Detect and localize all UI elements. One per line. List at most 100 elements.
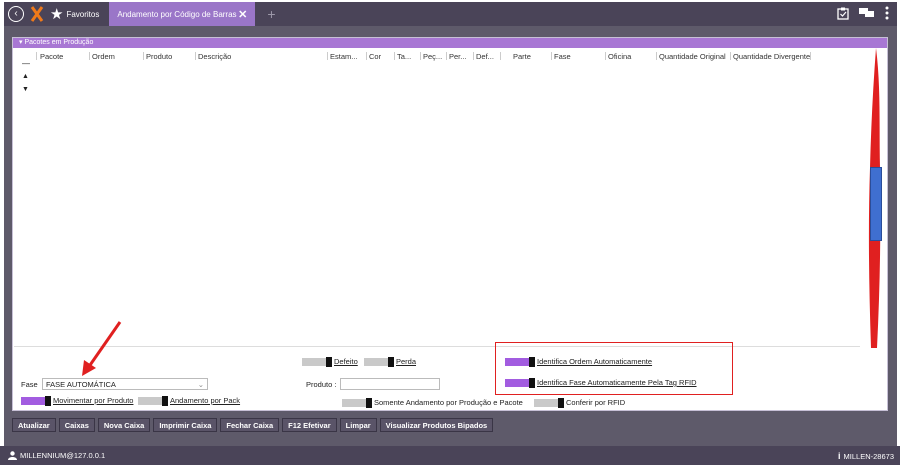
fase-select[interactable]: FASE AUTOMÁTICA ⌄: [42, 378, 208, 390]
col-quantidade-original[interactable]: Quantidade Original: [659, 52, 726, 61]
toggle-switch[interactable]: [21, 396, 51, 407]
chat-icon[interactable]: [859, 7, 875, 19]
tab-andamento[interactable]: Andamento por Código de Barras ✕: [109, 2, 256, 26]
somente-andamento-toggle[interactable]: Somente Andamento por Produção e Pacote: [342, 398, 523, 409]
col-divider: [36, 52, 37, 60]
status-user-label: MILLENNIUM@127.0.0.1: [20, 451, 106, 460]
perda-toggle[interactable]: Perda: [364, 357, 417, 368]
info-icon[interactable]: i: [838, 451, 841, 461]
sort-up-icon[interactable]: ▲: [22, 73, 29, 80]
chevron-down-icon[interactable]: ⌄: [198, 379, 204, 390]
status-version-label: MILLEN-28673: [843, 451, 894, 461]
fase-selected-value: FASE AUTOMÁTICA: [46, 380, 116, 389]
somente-andamento-label: Somente Andamento por Produção e Pacote: [374, 398, 523, 407]
col-pacote[interactable]: Pacote: [40, 52, 63, 61]
col-divider: [605, 52, 606, 60]
back-icon[interactable]: ‹: [8, 6, 24, 22]
col-divider: [143, 52, 144, 60]
produto-label: Produto :: [306, 380, 337, 389]
identifica-ordem-label: Identifica Ordem Automaticamente: [537, 357, 653, 366]
atualizar-button[interactable]: Atualizar: [12, 418, 56, 432]
col-divider: [656, 52, 657, 60]
col-estampa[interactable]: Estam...: [330, 52, 358, 61]
toggle-switch[interactable]: [342, 398, 372, 409]
red-arrow-annotation: [82, 321, 122, 376]
perda-label: Perda: [396, 357, 417, 366]
caixas-button[interactable]: Caixas: [58, 418, 95, 432]
col-divider: [500, 52, 501, 60]
close-icon[interactable]: ✕: [238, 8, 247, 21]
col-divider: [327, 52, 328, 60]
collapse-icon[interactable]: —: [22, 59, 30, 68]
produto-input[interactable]: [340, 378, 440, 390]
toggle-switch[interactable]: [505, 378, 535, 389]
col-divider: [473, 52, 474, 60]
status-user: MILLENNIUM@127.0.0.1: [8, 451, 105, 460]
fase-label: Fase: [21, 380, 38, 389]
nova-caixa-button[interactable]: Nova Caixa: [97, 418, 151, 432]
col-divider: [810, 52, 811, 60]
top-bar: ‹ ★ Favoritos Andamento por Código de Ba…: [4, 2, 897, 26]
col-pecas[interactable]: Peç...: [423, 52, 442, 61]
top-right-actions: [837, 6, 889, 20]
andamento-pack-label: Andamento por Pack: [170, 396, 241, 405]
col-divider: [394, 52, 395, 60]
col-parte[interactable]: Parte: [513, 52, 531, 61]
action-toolbar: Atualizar Caixas Nova Caixa Imprimir Cai…: [12, 418, 494, 432]
status-bar: MILLENNIUM@127.0.0.1 i MILLEN-28673: [0, 446, 900, 465]
col-divider: [420, 52, 421, 60]
col-oficina[interactable]: Oficina: [608, 52, 631, 61]
favorites-label: Favoritos: [66, 9, 100, 19]
col-quantidade-divergente[interactable]: Quantidade Divergente: [733, 52, 810, 61]
col-tamanho[interactable]: Ta...: [397, 52, 411, 61]
visualizar-produtos-button[interactable]: Visualizar Produtos Bipados: [379, 418, 494, 432]
identifica-ordem-toggle[interactable]: Identifica Ordem Automaticamente: [505, 357, 653, 368]
vertical-scrollbar-thumb[interactable]: [870, 167, 882, 241]
defeito-label: Defeito: [334, 357, 358, 366]
clipboard-icon[interactable]: [837, 7, 849, 20]
status-version: i MILLEN-28673: [838, 451, 894, 461]
tab-label: Andamento por Código de Barras: [117, 9, 237, 19]
andamento-pack-toggle[interactable]: Andamento por Pack: [138, 396, 241, 407]
defeito-toggle[interactable]: Defeito: [302, 357, 358, 368]
col-divider: [366, 52, 367, 60]
col-descricao[interactable]: Descrição: [198, 52, 231, 61]
user-icon: [8, 451, 17, 460]
conferir-rfid-toggle[interactable]: Conferir por RFID: [534, 398, 626, 409]
col-ordem[interactable]: Ordem: [92, 52, 115, 61]
more-vertical-icon[interactable]: [885, 6, 889, 20]
col-perda[interactable]: Per...: [449, 52, 467, 61]
pacotes-grid[interactable]: Pacote Ordem Produto Descrição Estam... …: [14, 49, 860, 347]
col-divider: [446, 52, 447, 60]
toggle-switch[interactable]: [364, 357, 394, 368]
col-divider: [195, 52, 196, 60]
star-icon: ★: [50, 5, 64, 23]
identifica-fase-label: Identifica Fase Automaticamente Pela Tag…: [537, 378, 697, 387]
toggle-switch[interactable]: [505, 357, 535, 368]
col-fase[interactable]: Fase: [554, 52, 571, 61]
app-logo-icon[interactable]: [30, 6, 44, 22]
movimentar-toggle[interactable]: Movimentar por Produto: [21, 396, 134, 407]
conferir-rfid-label: Conferir por RFID: [566, 398, 626, 407]
fechar-caixa-button[interactable]: Fechar Caixa: [220, 418, 280, 432]
identifica-fase-toggle[interactable]: Identifica Fase Automaticamente Pela Tag…: [505, 378, 697, 389]
add-tab-icon[interactable]: +: [267, 6, 275, 22]
limpar-button[interactable]: Limpar: [339, 418, 377, 432]
grid-header: Pacote Ordem Produto Descrição Estam... …: [14, 52, 860, 62]
efetivar-button[interactable]: F12 Efetivar: [282, 418, 337, 432]
toggle-switch[interactable]: [302, 357, 332, 368]
col-produto[interactable]: Produto: [146, 52, 172, 61]
favorites-button[interactable]: ★ Favoritos: [50, 7, 99, 22]
toggle-switch[interactable]: [534, 398, 564, 409]
col-divider: [551, 52, 552, 60]
panel-title[interactable]: ▾ Pacotes em Produção: [13, 38, 887, 48]
col-divider: [89, 52, 90, 60]
col-divider: [730, 52, 731, 60]
movimentar-label: Movimentar por Produto: [53, 396, 134, 405]
pacotes-panel: ▾ Pacotes em Produção Pacote Ordem Produ…: [12, 37, 888, 411]
imprimir-caixa-button[interactable]: Imprimir Caixa: [153, 418, 218, 432]
col-cor[interactable]: Cor: [369, 52, 381, 61]
col-defeito[interactable]: Def...: [476, 52, 494, 61]
toggle-switch[interactable]: [138, 396, 168, 407]
sort-down-icon[interactable]: ▼: [22, 86, 29, 93]
